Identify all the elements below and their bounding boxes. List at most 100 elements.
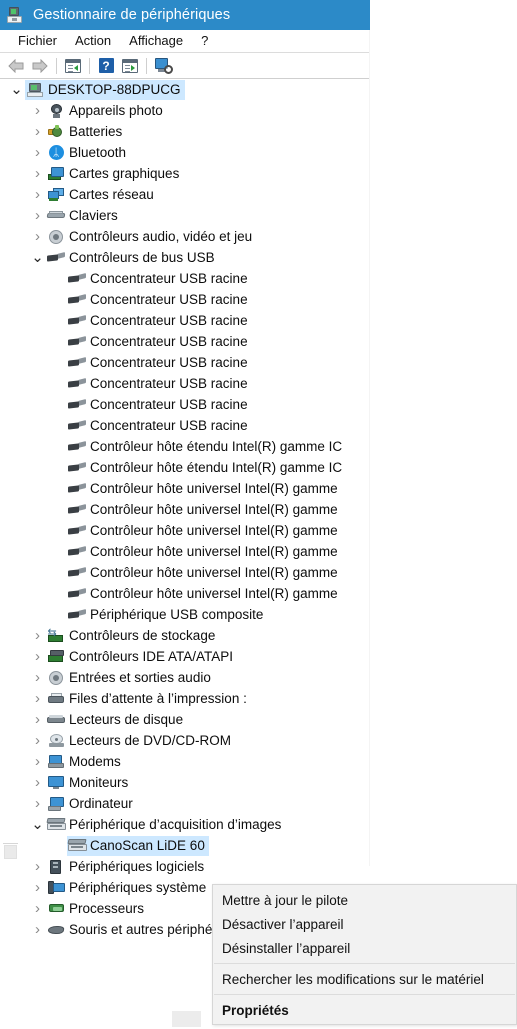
tree-row-content[interactable]: Concentrateur USB racine [67, 416, 252, 436]
tree-row[interactable]: › Lecteurs de disque [0, 709, 370, 730]
tree-row-content[interactable]: Concentrateur USB racine [67, 374, 252, 394]
chevron-right-icon[interactable]: › [29, 796, 46, 811]
chevron-right-icon[interactable]: › [29, 880, 46, 895]
tree-row-content[interactable]: Lecteurs de DVD/CD-ROM [46, 731, 235, 751]
ctx-uninstall-device[interactable]: Désinstaller l’appareil [213, 936, 516, 960]
tree-row[interactable]: › Cartes réseau [0, 184, 370, 205]
tree-row[interactable]: › Files d’attente à l’impression : [0, 688, 370, 709]
tree-row[interactable]: Concentrateur USB racine [0, 331, 370, 352]
tree-row-content[interactable]: Périphérique USB composite [67, 605, 267, 625]
properties-icon[interactable] [61, 55, 85, 77]
menu-help[interactable]: ? [192, 32, 217, 50]
tree-row[interactable]: › ᛦ Bluetooth [0, 142, 370, 163]
tree-row[interactable]: CanoScan LiDE 60 [0, 835, 370, 856]
chevron-down-icon[interactable]: ⌄ [8, 82, 25, 97]
tree-row-content[interactable]: Contrôleur hôte universel Intel(R) gamme [67, 542, 342, 562]
tree-row-content[interactable]: Cartes graphiques [46, 164, 183, 184]
tree-row-content[interactable]: Périphérique d’acquisition d’images [45, 815, 285, 835]
tree-row[interactable]: Concentrateur USB racine [0, 373, 370, 394]
context-menu[interactable]: Mettre à jour le pilote Désactiver l’appa… [212, 884, 517, 1025]
tree-row-content[interactable]: Concentrateur USB racine [67, 332, 252, 352]
tree-row-content[interactable]: Contrôleur hôte universel Intel(R) gamme [67, 500, 342, 520]
ctx-update-driver[interactable]: Mettre à jour le pilote [213, 888, 516, 912]
tree-row[interactable]: Concentrateur USB racine [0, 415, 370, 436]
tree-row-content[interactable]: Appareils photo [46, 101, 167, 121]
tree-row-content[interactable]: Claviers [46, 206, 122, 226]
chevron-right-icon[interactable]: › [29, 124, 46, 139]
tree-row[interactable]: › Périphériques logiciels [0, 856, 370, 877]
chevron-right-icon[interactable]: › [29, 103, 46, 118]
chevron-right-icon[interactable]: › [29, 628, 46, 643]
tree-row-content[interactable]: ᛦ Bluetooth [46, 143, 130, 163]
chevron-right-icon[interactable]: › [29, 733, 46, 748]
tree-row[interactable]: Concentrateur USB racine [0, 310, 370, 331]
tree-row-content[interactable]: DESKTOP-88DPUCG [25, 79, 185, 100]
tree-row-content[interactable]: Contrôleur hôte étendu Intel(R) gamme IC [67, 458, 346, 478]
chevron-right-icon[interactable]: › [29, 208, 46, 223]
tree-row-content[interactable]: ⇆ Contrôleurs de stockage [46, 626, 219, 646]
tree-row[interactable]: Concentrateur USB racine [0, 268, 370, 289]
tree-row[interactable]: › Contrôleurs audio, vidéo et jeu [0, 226, 370, 247]
help-icon[interactable]: ? [94, 55, 118, 77]
tree-row[interactable]: › Claviers [0, 205, 370, 226]
tree-row[interactable]: › Moniteurs [0, 772, 370, 793]
tree-row[interactable]: Concentrateur USB racine [0, 394, 370, 415]
tree-row-content[interactable]: Concentrateur USB racine [67, 269, 252, 289]
tree-row[interactable]: › Batteries [0, 121, 370, 142]
chevron-right-icon[interactable]: › [29, 649, 46, 664]
tree-row-content[interactable]: CanoScan LiDE 60 [66, 835, 209, 856]
chevron-right-icon[interactable]: › [29, 901, 46, 916]
tree-row-content[interactable]: Contrôleur hôte universel Intel(R) gamme [67, 479, 342, 499]
tree-row[interactable]: Contrôleur hôte universel Intel(R) gamme [0, 499, 370, 520]
chevron-right-icon[interactable]: › [29, 691, 46, 706]
chevron-down-icon[interactable]: ⌄ [29, 250, 46, 265]
tree-row-content[interactable]: Cartes réseau [46, 185, 158, 205]
tree-row-content[interactable]: Concentrateur USB racine [67, 353, 252, 373]
tree-row-content[interactable]: Contrôleur hôte universel Intel(R) gamme [67, 521, 342, 541]
tree-row-content[interactable]: Concentrateur USB racine [67, 395, 252, 415]
ctx-disable-device[interactable]: Désactiver l’appareil [213, 912, 516, 936]
tree-row[interactable]: Contrôleur hôte universel Intel(R) gamme [0, 583, 370, 604]
tree-row[interactable]: Contrôleur hôte étendu Intel(R) gamme IC [0, 436, 370, 457]
tree-row-content[interactable]: Périphériques logiciels [46, 857, 208, 877]
chevron-right-icon[interactable]: › [29, 145, 46, 160]
tree-row-content[interactable]: Moniteurs [46, 773, 132, 793]
tree-row[interactable]: ⌄ DESKTOP-88DPUCG [0, 79, 370, 100]
tree-row[interactable]: Contrôleur hôte étendu Intel(R) gamme IC [0, 457, 370, 478]
forward-arrow-icon[interactable] [28, 55, 52, 77]
chevron-right-icon[interactable]: › [29, 754, 46, 769]
tree-row-content[interactable]: Contrôleurs IDE ATA/ATAPI [46, 647, 237, 667]
tree-row[interactable]: ⌄ Contrôleurs de bus USB [0, 247, 370, 268]
chevron-right-icon[interactable]: › [29, 229, 46, 244]
chevron-right-icon[interactable]: › [29, 775, 46, 790]
vertical-scrollbar-thumb[interactable] [4, 845, 17, 859]
menu-fichier[interactable]: Fichier [9, 32, 66, 50]
tree-row[interactable]: › Appareils photo [0, 100, 370, 121]
chevron-down-icon[interactable]: ⌄ [29, 817, 46, 832]
tree-row[interactable]: › ⇆ Contrôleurs de stockage [0, 625, 370, 646]
tree-row-content[interactable]: Contrôleurs audio, vidéo et jeu [46, 227, 256, 247]
tree-row[interactable]: Concentrateur USB racine [0, 352, 370, 373]
tree-row-content[interactable]: Files d’attente à l’impression : [46, 689, 251, 709]
tree-row-content[interactable]: Ordinateur [46, 794, 137, 814]
tree-row[interactable]: Périphérique USB composite [0, 604, 370, 625]
tree-row-content[interactable]: Concentrateur USB racine [67, 290, 252, 310]
menu-action[interactable]: Action [66, 32, 120, 50]
tree-row[interactable]: › Modems [0, 751, 370, 772]
tree-row[interactable]: Contrôleur hôte universel Intel(R) gamme [0, 562, 370, 583]
tree-row[interactable]: Contrôleur hôte universel Intel(R) gamme [0, 520, 370, 541]
tree-row-content[interactable]: Concentrateur USB racine [67, 311, 252, 331]
chevron-right-icon[interactable]: › [29, 922, 46, 937]
tree-row[interactable]: › Contrôleurs IDE ATA/ATAPI [0, 646, 370, 667]
tree-row-content[interactable]: Entrées et sorties audio [46, 668, 215, 688]
chevron-right-icon[interactable]: › [29, 166, 46, 181]
tree-row[interactable]: › Entrées et sorties audio [0, 667, 370, 688]
menu-affichage[interactable]: Affichage [120, 32, 192, 50]
tree-row[interactable]: Concentrateur USB racine [0, 289, 370, 310]
back-arrow-icon[interactable] [4, 55, 28, 77]
tree-row-content[interactable]: Modems [46, 752, 125, 772]
tree-row-content[interactable]: Contrôleur hôte universel Intel(R) gamme [67, 563, 342, 583]
ctx-properties[interactable]: Propriétés [213, 998, 516, 1022]
tree-row-content[interactable]: Contrôleur hôte étendu Intel(R) gamme IC [67, 437, 346, 457]
tree-row[interactable]: Contrôleur hôte universel Intel(R) gamme [0, 478, 370, 499]
